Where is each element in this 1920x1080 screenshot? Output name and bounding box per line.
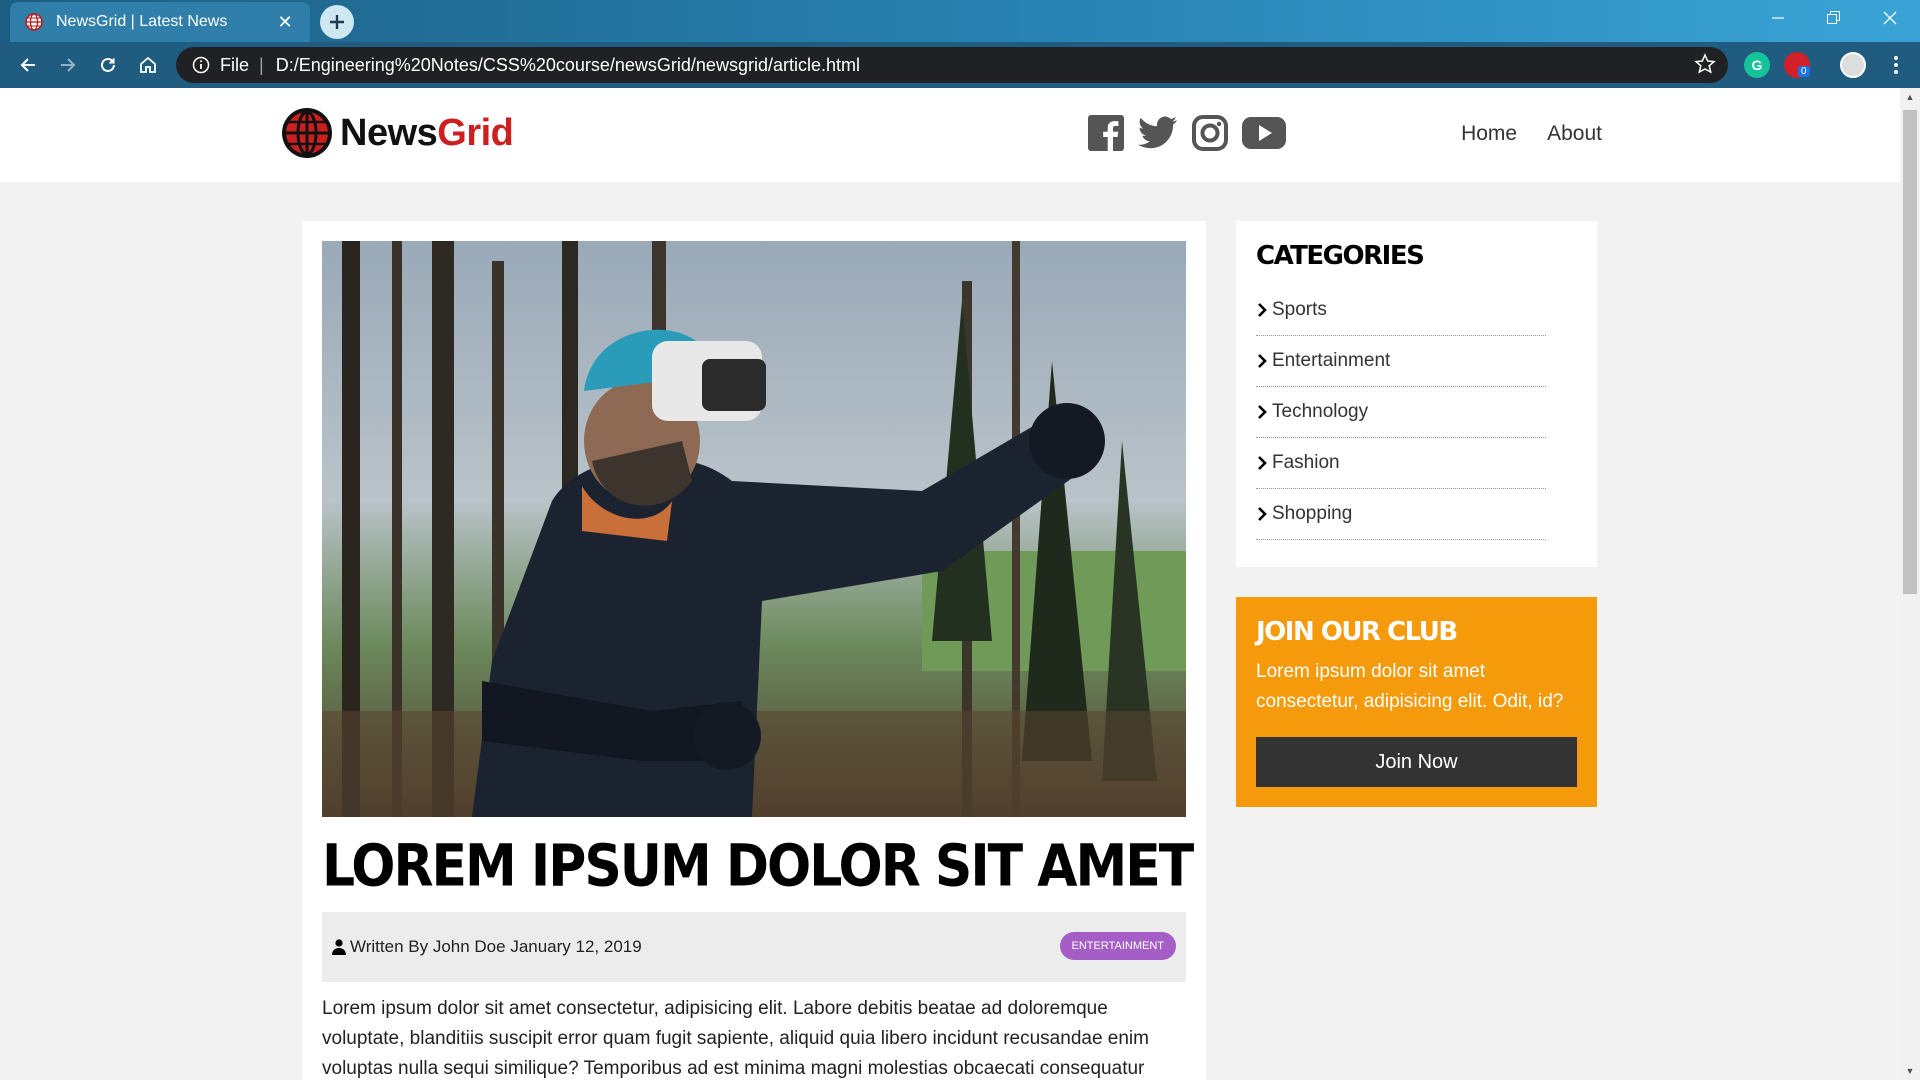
logo-news: News — [340, 111, 438, 154]
social-links — [1088, 115, 1300, 151]
main-nav: Home About — [1431, 122, 1602, 146]
minimize-button[interactable] — [1750, 0, 1806, 36]
chevron-right-icon — [1256, 506, 1268, 522]
close-icon — [1883, 11, 1897, 25]
nav-home[interactable]: Home — [1461, 122, 1517, 146]
tab-title: NewsGrid | Latest News — [56, 13, 228, 30]
category-item-fashion[interactable]: Fashion — [1256, 438, 1546, 489]
article-body: Lorem ipsum dolor sit amet consectetur, … — [322, 998, 1149, 1079]
browser-menu-button[interactable] — [1876, 42, 1916, 88]
url-text[interactable]: D:/Engineering%20Notes/CSS%20course/news… — [276, 55, 860, 76]
author-text: Written By John Doe January 12, 2019 — [350, 937, 642, 956]
logo-text: NewsGrid — [340, 111, 514, 155]
close-tab-icon[interactable]: ✕ — [274, 12, 296, 33]
back-button[interactable] — [8, 42, 48, 88]
site-logo[interactable]: NewsGrid — [280, 106, 514, 160]
logo-grid: Grid — [437, 111, 514, 154]
profile-avatar[interactable] — [1840, 52, 1866, 78]
restore-icon — [1827, 11, 1840, 24]
reload-icon — [101, 57, 115, 72]
club-heading: JOIN OUR CLUB — [1256, 617, 1458, 647]
scheme-divider: | — [259, 54, 264, 75]
arrow-left-icon — [20, 58, 35, 72]
scrollbar-thumb[interactable] — [1903, 110, 1917, 594]
chevron-right-icon — [1256, 353, 1268, 369]
bookmark-star-icon[interactable] — [1694, 53, 1716, 80]
youtube-icon[interactable] — [1242, 117, 1286, 149]
address-bar[interactable]: File | D:/Engineering%20Notes/CSS%20cour… — [176, 47, 1728, 83]
scheme-label: File — [220, 54, 250, 75]
chevron-right-icon — [1256, 302, 1268, 318]
nav-about[interactable]: About — [1547, 122, 1602, 146]
chevron-right-icon — [1256, 455, 1268, 471]
user-icon — [332, 939, 346, 955]
category-badge[interactable]: ENTERTAINMENT — [1059, 932, 1176, 960]
author-line: Written By John Doe January 12, 2019 — [332, 937, 642, 957]
category-list: Sports Entertainment Technology Fashion … — [1256, 285, 1546, 540]
category-item-entertainment[interactable]: Entertainment — [1256, 336, 1546, 387]
arrow-right-icon — [61, 58, 76, 72]
category-label: Entertainment — [1272, 350, 1391, 371]
home-icon — [140, 56, 156, 73]
page-scrollbar[interactable]: ▲ ▼ — [1900, 88, 1920, 1080]
facebook-icon[interactable] — [1088, 115, 1124, 151]
categories-heading: CATEGORIES — [1256, 241, 1425, 271]
category-item-sports[interactable]: Sports — [1256, 285, 1546, 336]
browser-toolbar: File | D:/Engineering%20Notes/CSS%20cour… — [0, 42, 1920, 88]
extension-icon[interactable]: 0 — [1784, 52, 1810, 78]
scroll-up-arrow[interactable]: ▲ — [1900, 88, 1920, 106]
chevron-right-icon — [1256, 404, 1268, 420]
grammarly-extension-icon[interactable]: G — [1744, 52, 1770, 78]
twitter-icon[interactable] — [1138, 116, 1178, 150]
browser-titlebar: NewsGrid | Latest News ✕ — [0, 0, 1920, 42]
instagram-icon[interactable] — [1192, 115, 1228, 151]
article-title: LOREM IPSUM DOLOR SIT AMET — [322, 833, 1194, 901]
globe-icon — [25, 13, 43, 31]
new-tab-button[interactable] — [320, 5, 354, 39]
article-card: LOREM IPSUM DOLOR SIT AMET Written By Jo… — [302, 221, 1206, 1080]
forward-button[interactable] — [48, 42, 88, 88]
home-button[interactable] — [128, 42, 168, 88]
category-label: Technology — [1272, 401, 1369, 422]
browser-tab[interactable]: NewsGrid | Latest News ✕ — [10, 2, 310, 42]
site-header: NewsGrid Home About — [0, 88, 1900, 182]
category-label: Shopping — [1272, 503, 1353, 524]
info-icon — [192, 56, 210, 74]
article-meta: Written By John Doe January 12, 2019 ENT… — [322, 912, 1186, 982]
close-window-button[interactable] — [1862, 0, 1918, 36]
scroll-down-arrow[interactable]: ▼ — [1900, 1062, 1920, 1080]
join-club-card: JOIN OUR CLUB Lorem ipsum dolor sit amet… — [1236, 597, 1597, 807]
join-now-button[interactable]: Join Now — [1256, 737, 1577, 787]
minimize-icon — [1772, 17, 1784, 19]
category-label: Fashion — [1272, 452, 1340, 473]
kebab-menu-icon — [1894, 56, 1898, 74]
club-text: Lorem ipsum dolor sit amet consectetur, … — [1256, 661, 1564, 712]
category-label: Sports — [1272, 299, 1327, 320]
globe-logo-icon — [282, 108, 332, 158]
restore-button[interactable] — [1806, 0, 1862, 36]
plus-icon — [330, 15, 344, 29]
category-item-technology[interactable]: Technology — [1256, 387, 1546, 438]
categories-card: CATEGORIES Sports Entertainment Technolo… — [1236, 221, 1597, 567]
category-item-shopping[interactable]: Shopping — [1256, 489, 1546, 540]
article-hero-image — [322, 241, 1186, 817]
reload-button[interactable] — [88, 42, 128, 88]
extension-badge: 0 — [1798, 66, 1810, 77]
